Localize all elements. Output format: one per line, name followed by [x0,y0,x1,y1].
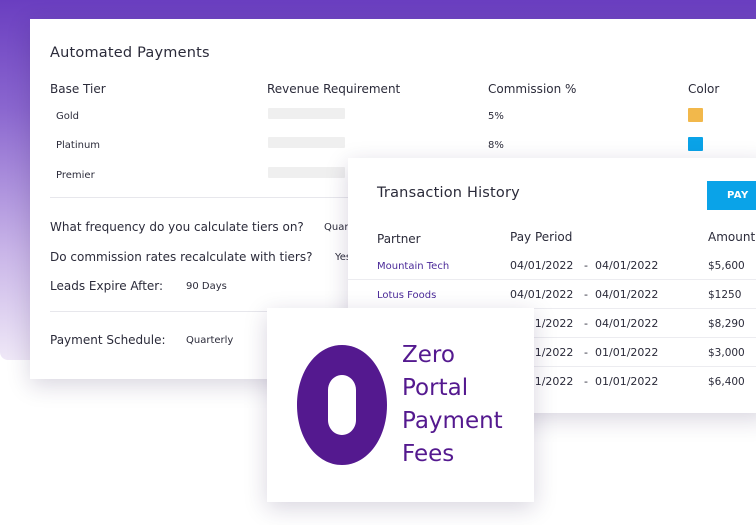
tier-name-premier: Premier [56,170,95,181]
revenue-requirement-input-gold[interactable] [268,108,345,119]
pay-button[interactable]: PAY [707,181,756,210]
pay-period-start: 04/01/2022 [510,259,574,272]
tier-name-platinum: Platinum [56,140,101,151]
question-frequency-label: What frequency do you calculate tiers on… [50,220,304,234]
commission-value-gold: 5% [488,111,504,122]
column-header-commission: Commission % [488,82,577,96]
pay-period-start: 04/01/2022 [510,288,574,301]
payment-schedule-label: Payment Schedule: [50,333,166,347]
promo-line: Fees [402,441,455,467]
column-header-color: Color [688,82,720,96]
color-swatch-platinum[interactable] [688,137,703,151]
column-header-amount: Amount [708,230,756,244]
pay-period-end: 01/01/2022 [595,375,659,388]
pay-period-separator: - [584,259,588,272]
partner-link[interactable]: Lotus Foods [377,290,436,301]
zero-fees-card: Zero Portal Payment Fees [267,308,534,502]
color-swatch-gold[interactable] [688,108,703,122]
question-recalculate-label: Do commission rates recalculate with tie… [50,250,313,264]
pay-period-end: 04/01/2022 [595,317,659,330]
pay-period-end: 04/01/2022 [595,259,659,272]
automated-payments-title: Automated Payments [50,45,210,61]
pay-period-end: 01/01/2022 [595,346,659,359]
pay-period-separator: - [584,317,588,330]
row-divider [348,279,756,280]
amount-value: $5,600 [708,260,745,272]
transaction-history-title: Transaction History [377,185,520,201]
promo-line: Portal [402,375,469,401]
column-header-revenue-requirement: Revenue Requirement [267,82,401,96]
commission-value-platinum: 8% [488,140,504,151]
amount-value: $3,000 [708,347,745,359]
pay-period-separator: - [584,375,588,388]
amount-value: $1250 [708,289,742,301]
column-header-base-tier: Base Tier [50,82,106,96]
revenue-requirement-input-platinum[interactable] [268,137,345,148]
revenue-requirement-input-premier[interactable] [268,167,345,178]
column-header-pay-period: Pay Period [510,230,573,244]
amount-value: $8,290 [708,318,745,330]
leads-expire-value[interactable]: 90 Days [186,281,227,292]
amount-value: $6,400 [708,376,745,388]
divider [50,197,370,198]
promo-line: Payment [402,408,503,434]
partner-link[interactable]: Mountain Tech [377,261,449,272]
zero-badge [297,345,387,465]
pay-period-separator: - [584,288,588,301]
pay-period-end: 04/01/2022 [595,288,659,301]
column-header-partner: Partner [377,232,421,246]
pay-period-separator: - [584,346,588,359]
promo-line: Zero [402,342,455,368]
leads-expire-label: Leads Expire After: [50,279,164,293]
payment-schedule-value[interactable]: Quarterly [186,335,233,346]
tier-name-gold: Gold [56,111,79,122]
